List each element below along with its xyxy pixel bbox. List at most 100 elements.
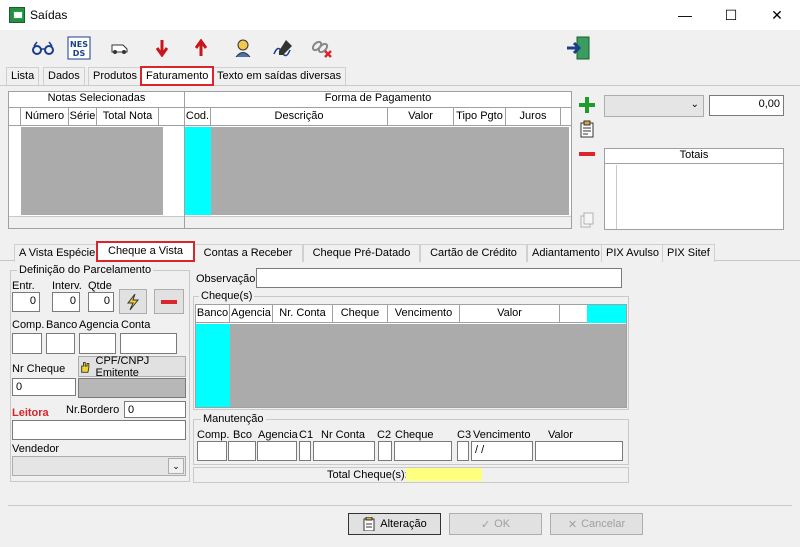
observacao-field[interactable] [256, 268, 622, 288]
payment-combo[interactable]: ⌄ [604, 95, 704, 117]
comp-field[interactable] [12, 333, 42, 354]
col-cheque[interactable]: Cheque [333, 305, 388, 322]
col-vencimento[interactable]: Vencimento [388, 305, 460, 322]
man-cheque-field[interactable] [394, 441, 452, 461]
col-total-nota[interactable]: Total Nota [97, 108, 159, 125]
col-descricao[interactable]: Descrição [211, 108, 388, 125]
tab-cartao-de-credito[interactable]: Cartão de Crédito [420, 244, 527, 262]
nr-bordero-field[interactable]: 0 [124, 401, 186, 418]
remove-payment-button[interactable] [577, 144, 597, 164]
glasses-icon[interactable] [30, 35, 56, 61]
qtde-field[interactable]: 0 [88, 292, 114, 312]
man-comp-field[interactable] [197, 441, 227, 461]
pagamento-hscrollbar[interactable] [185, 216, 571, 228]
conta-field[interactable] [120, 333, 177, 354]
man-c1-field[interactable] [299, 441, 311, 461]
tab-a-vista-especie[interactable]: A Vista Espécie [14, 244, 101, 262]
notas-hscrollbar[interactable] [9, 216, 184, 228]
man-comp-label: Comp. [197, 429, 230, 441]
man-nr-conta-field[interactable] [313, 441, 375, 461]
tab-adiantamento[interactable]: Adiantamento [527, 244, 605, 262]
col-valor[interactable]: Valor [388, 108, 454, 125]
total-cheques-label: Total Cheque(s): [327, 469, 408, 481]
arrow-up-icon[interactable] [188, 35, 214, 61]
banco-label: Banco [46, 319, 78, 331]
clipboard-icon [580, 120, 594, 138]
close-button[interactable]: ✕ [754, 0, 800, 30]
cpf-cnpj-emitente-button[interactable]: CPF/CNPJ Emitente [78, 355, 186, 379]
chain-cancel-icon[interactable] [308, 35, 334, 61]
entr-field[interactable]: 0 [12, 292, 40, 312]
cheques-grid[interactable] [230, 324, 626, 407]
check-icon: ✓ [480, 518, 491, 531]
tab-produtos[interactable]: Produtos [88, 67, 143, 85]
amount-field[interactable]: 0,00 [709, 95, 784, 116]
col-nr-conta[interactable]: Nr. Conta [273, 305, 333, 322]
man-c2-field[interactable] [378, 441, 392, 461]
man-vencimento-label: Vencimento [473, 429, 531, 441]
col-tipo-pgto[interactable]: Tipo Pgto [454, 108, 506, 125]
ok-button[interactable]: ✓ OK [449, 513, 542, 535]
tab-lista[interactable]: Lista [6, 67, 40, 85]
col-agencia[interactable]: Agencia [230, 305, 273, 322]
leitora-field[interactable] [12, 420, 186, 440]
nr-cheque-label: Nr Cheque [12, 363, 66, 375]
man-agencia-field[interactable] [257, 441, 297, 461]
tab-texto-saidas[interactable]: Texto em saídas diversas [212, 67, 347, 85]
exit-icon[interactable] [564, 33, 594, 63]
alteracao-button[interactable]: Alteração [348, 513, 441, 535]
add-payment-button[interactable] [577, 95, 597, 115]
clear-parcelas-button[interactable] [154, 289, 184, 314]
man-bco-label: Bco [233, 429, 252, 441]
man-c3-field[interactable] [457, 441, 469, 461]
cheques-selected-cell[interactable] [196, 324, 230, 407]
agencia-label: Agencia [79, 319, 119, 331]
interv-label: Interv. [52, 280, 82, 292]
cancelar-label: Cancelar [581, 518, 626, 530]
man-c2-label: C2 [377, 429, 392, 441]
vehicle-icon[interactable] [107, 35, 133, 61]
vendedor-combo[interactable]: ⌄ [12, 456, 186, 476]
vendedor-label: Vendedor [12, 443, 60, 455]
chevron-down-icon[interactable]: ⌄ [168, 458, 184, 474]
col-juros[interactable]: Juros [506, 108, 561, 125]
tab-contas-a-receber[interactable]: Contas a Receber [193, 244, 303, 262]
tab-pix-sitef[interactable]: PIX Sitef [662, 244, 715, 262]
man-vencimento-field[interactable]: / / [471, 441, 533, 461]
col-numero[interactable]: Número [21, 108, 69, 125]
tab-pix-avulso[interactable]: PIX Avulso [601, 244, 664, 262]
interv-field[interactable]: 0 [52, 292, 80, 312]
col-valor[interactable]: Valor [460, 305, 560, 322]
nr-cheque-field[interactable]: 0 [12, 378, 76, 396]
notas-title: Notas Selecionadas [9, 92, 184, 108]
man-valor-field[interactable] [535, 441, 623, 461]
generate-parcelas-button[interactable] [119, 289, 147, 314]
notas-grid[interactable] [21, 127, 163, 215]
edit-payment-button[interactable] [577, 119, 597, 139]
observacao-label: Observação [196, 273, 256, 285]
man-bco-field[interactable] [228, 441, 256, 461]
col-cod[interactable]: Cod. [185, 108, 211, 125]
pagamento-grid[interactable] [211, 127, 569, 215]
pagamento-selected-cell[interactable] [185, 127, 211, 215]
qtde-label: Qtde [88, 280, 112, 292]
tab-cheque-pre-datado[interactable]: Cheque Pré-Datado [303, 244, 420, 262]
person-icon[interactable] [230, 35, 256, 61]
arrow-down-icon[interactable] [149, 35, 175, 61]
maximize-button[interactable]: ☐ [708, 0, 754, 30]
agencia-field[interactable] [79, 333, 116, 354]
hand-icon [81, 361, 90, 373]
signature-icon[interactable] [270, 35, 296, 61]
tab-faturamento[interactable]: Faturamento [140, 66, 215, 86]
tab-cheque-a-vista[interactable]: Cheque a Vista [96, 241, 196, 262]
copy-payment-button[interactable] [577, 210, 597, 230]
minimize-button[interactable]: — [662, 0, 708, 30]
nr-bordero-label: Nr.Bordero [66, 404, 120, 416]
banco-field[interactable] [46, 333, 75, 354]
col-banco[interactable]: Banco [196, 305, 230, 322]
tab-dados[interactable]: Dados [43, 67, 85, 85]
cancelar-button[interactable]: ✕ Cancelar [550, 513, 643, 535]
nfe-icon[interactable]: NES DS [66, 35, 92, 61]
app-icon [9, 7, 25, 23]
col-serie[interactable]: Série [69, 108, 97, 125]
